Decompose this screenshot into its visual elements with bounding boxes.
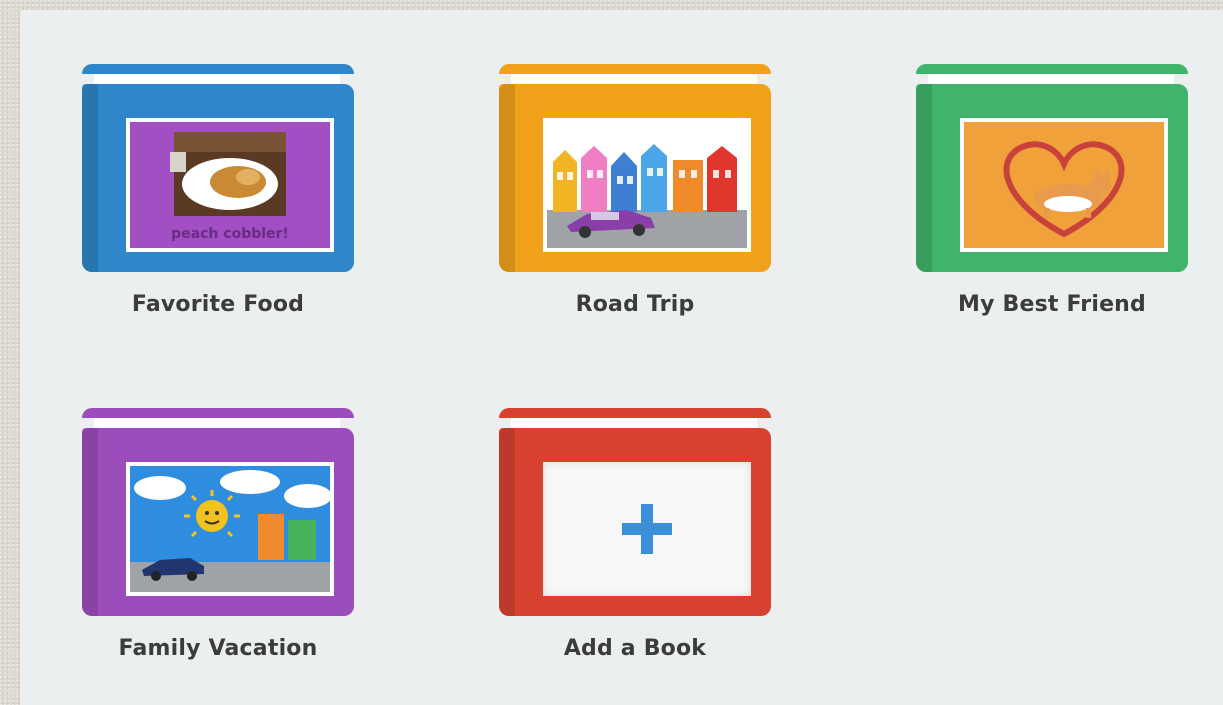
book-cover[interactable] xyxy=(499,406,771,616)
book-spine xyxy=(499,428,515,616)
food-photo-cover: peach cobbler! xyxy=(130,122,330,248)
add-book-button[interactable]: Add a Book xyxy=(499,406,771,661)
book-my-best-friend[interactable]: My Best Friend xyxy=(916,62,1188,317)
book-road-trip[interactable]: Road Trip xyxy=(499,62,771,317)
book-cover[interactable]: peach cobbler! xyxy=(82,62,354,272)
book-spine xyxy=(499,84,515,272)
plus-icon[interactable] xyxy=(547,466,747,592)
book-back-top xyxy=(499,64,771,74)
cover-picture-frame xyxy=(543,118,751,252)
book-title[interactable]: Road Trip xyxy=(499,292,771,317)
cover-picture-frame: peach cobbler! xyxy=(126,118,334,252)
book-spine xyxy=(82,428,98,616)
book-favorite-food[interactable]: peach cobbler! Favorite Food xyxy=(82,62,354,317)
bookshelf-panel: peach cobbler! Favorite Food Road Trip M… xyxy=(20,10,1223,705)
book-title[interactable]: My Best Friend xyxy=(916,292,1188,317)
book-cover[interactable] xyxy=(499,62,771,272)
sunny-drawing-cover xyxy=(130,466,330,592)
book-spine xyxy=(82,84,98,272)
book-family-vacation[interactable]: Family Vacation xyxy=(82,406,354,661)
book-cover[interactable] xyxy=(916,62,1188,272)
book-back-top xyxy=(82,408,354,418)
book-back-top xyxy=(499,408,771,418)
screen: peach cobbler! Favorite Food Road Trip M… xyxy=(0,0,1223,705)
book-title[interactable]: Family Vacation xyxy=(82,636,354,661)
book-title[interactable]: Favorite Food xyxy=(82,292,354,317)
book-back-top xyxy=(82,64,354,74)
add-book-label[interactable]: Add a Book xyxy=(499,636,771,661)
street-car-cover xyxy=(547,122,747,248)
cover-caption: peach cobbler! xyxy=(171,226,289,242)
cover-picture-frame xyxy=(126,462,334,596)
cover-picture-frame xyxy=(960,118,1168,252)
cover-picture-frame xyxy=(543,462,751,596)
book-spine xyxy=(916,84,932,272)
heart-corgi-cover xyxy=(964,122,1164,248)
book-back-top xyxy=(916,64,1188,74)
book-cover[interactable] xyxy=(82,406,354,616)
